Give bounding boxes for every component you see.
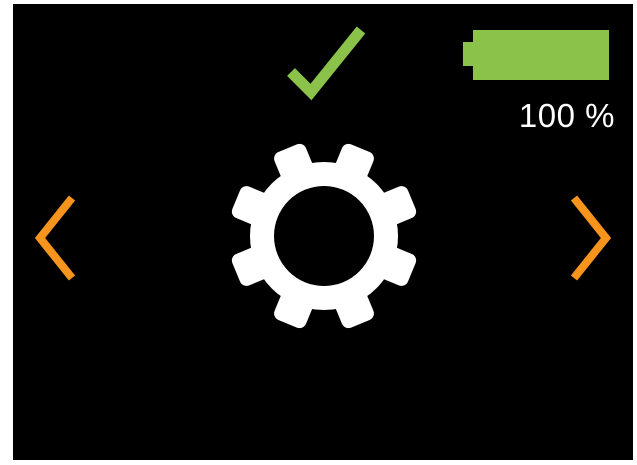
checkmark-icon [285, 22, 367, 102]
battery-percentage: 100 % [518, 97, 615, 134]
chevron-left-icon[interactable] [30, 192, 80, 284]
device-screen: 100 % [13, 4, 633, 460]
gear-icon[interactable] [229, 141, 419, 331]
battery-icon [463, 28, 613, 82]
device-frame: 100 % [0, 0, 637, 465]
chevron-right-icon[interactable] [566, 192, 616, 284]
